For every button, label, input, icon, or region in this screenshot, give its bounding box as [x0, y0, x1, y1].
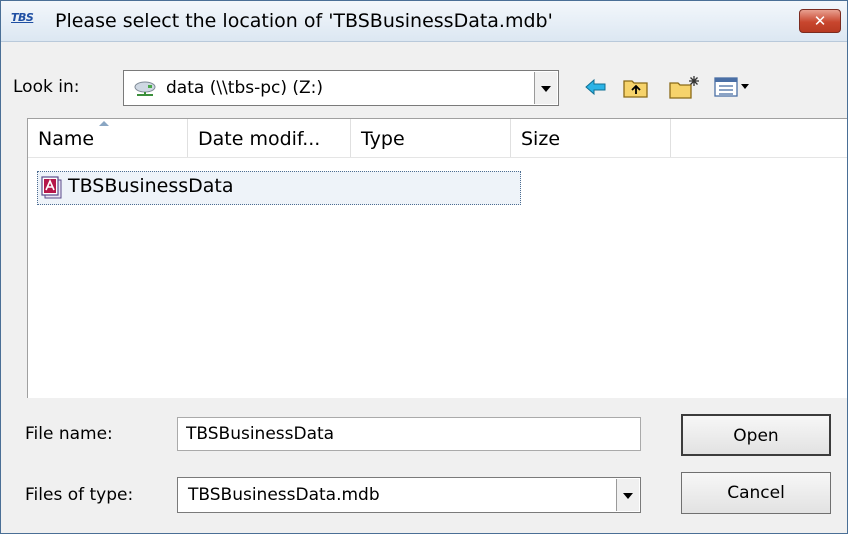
column-header-type[interactable]: Type	[351, 119, 511, 157]
list-header: Name Date modif... Type Size	[28, 119, 847, 158]
new-folder-icon[interactable]	[667, 73, 701, 101]
file-name-label: File name:	[25, 424, 113, 444]
file-type-label: Files of type:	[25, 485, 134, 505]
file-name-input[interactable]	[178, 418, 640, 450]
file-name-textbox[interactable]	[177, 417, 641, 451]
file-name-text: TBSBusinessData	[68, 175, 234, 197]
column-header-date-modified[interactable]: Date modif...	[188, 119, 351, 157]
file-type-dropdown-button[interactable]	[616, 479, 639, 511]
column-header-label: Name	[38, 128, 95, 150]
look-in-dropdown-button[interactable]	[534, 72, 557, 104]
sort-ascending-icon	[99, 121, 109, 126]
view-menu-icon[interactable]	[713, 73, 757, 101]
access-database-icon	[41, 176, 62, 199]
open-button[interactable]: Open	[681, 414, 831, 456]
window-title: Please select the location of 'TBSBusine…	[55, 10, 553, 32]
back-arrow-icon[interactable]	[583, 73, 609, 101]
file-open-dialog: TBS Please select the location of 'TBSBu…	[0, 0, 848, 534]
look-in-combobox[interactable]: data (\\tbs-pc) (Z:)	[123, 70, 559, 106]
network-drive-icon	[134, 81, 156, 96]
title-bar[interactable]: TBS Please select the location of 'TBSBu…	[1, 1, 847, 42]
close-button[interactable]: ✕	[799, 9, 841, 33]
look-in-value: data (\\tbs-pc) (Z:)	[166, 78, 324, 98]
dialog-body: Look in: data (\\tbs-pc) (Z:) Name Date …	[1, 42, 847, 533]
column-header-label: Size	[521, 128, 561, 150]
file-type-value: TBSBusinessData.mdb	[188, 485, 380, 505]
chevron-down-icon	[541, 86, 551, 92]
file-list[interactable]: Name Date modif... Type Size TBSBusiness…	[27, 118, 847, 398]
up-folder-icon[interactable]	[621, 73, 651, 101]
file-type-combobox[interactable]: TBSBusinessData.mdb	[177, 477, 641, 513]
chevron-down-icon	[623, 493, 633, 499]
column-header-label: Type	[361, 128, 405, 150]
column-header-label: Date modif...	[198, 128, 321, 150]
column-header-size[interactable]: Size	[511, 119, 671, 157]
list-item[interactable]: TBSBusinessData	[37, 171, 521, 205]
tbs-logo-icon: TBS	[11, 11, 34, 24]
cancel-button[interactable]: Cancel	[681, 472, 831, 514]
column-header-name[interactable]: Name	[28, 119, 188, 157]
look-in-label: Look in:	[13, 77, 80, 97]
